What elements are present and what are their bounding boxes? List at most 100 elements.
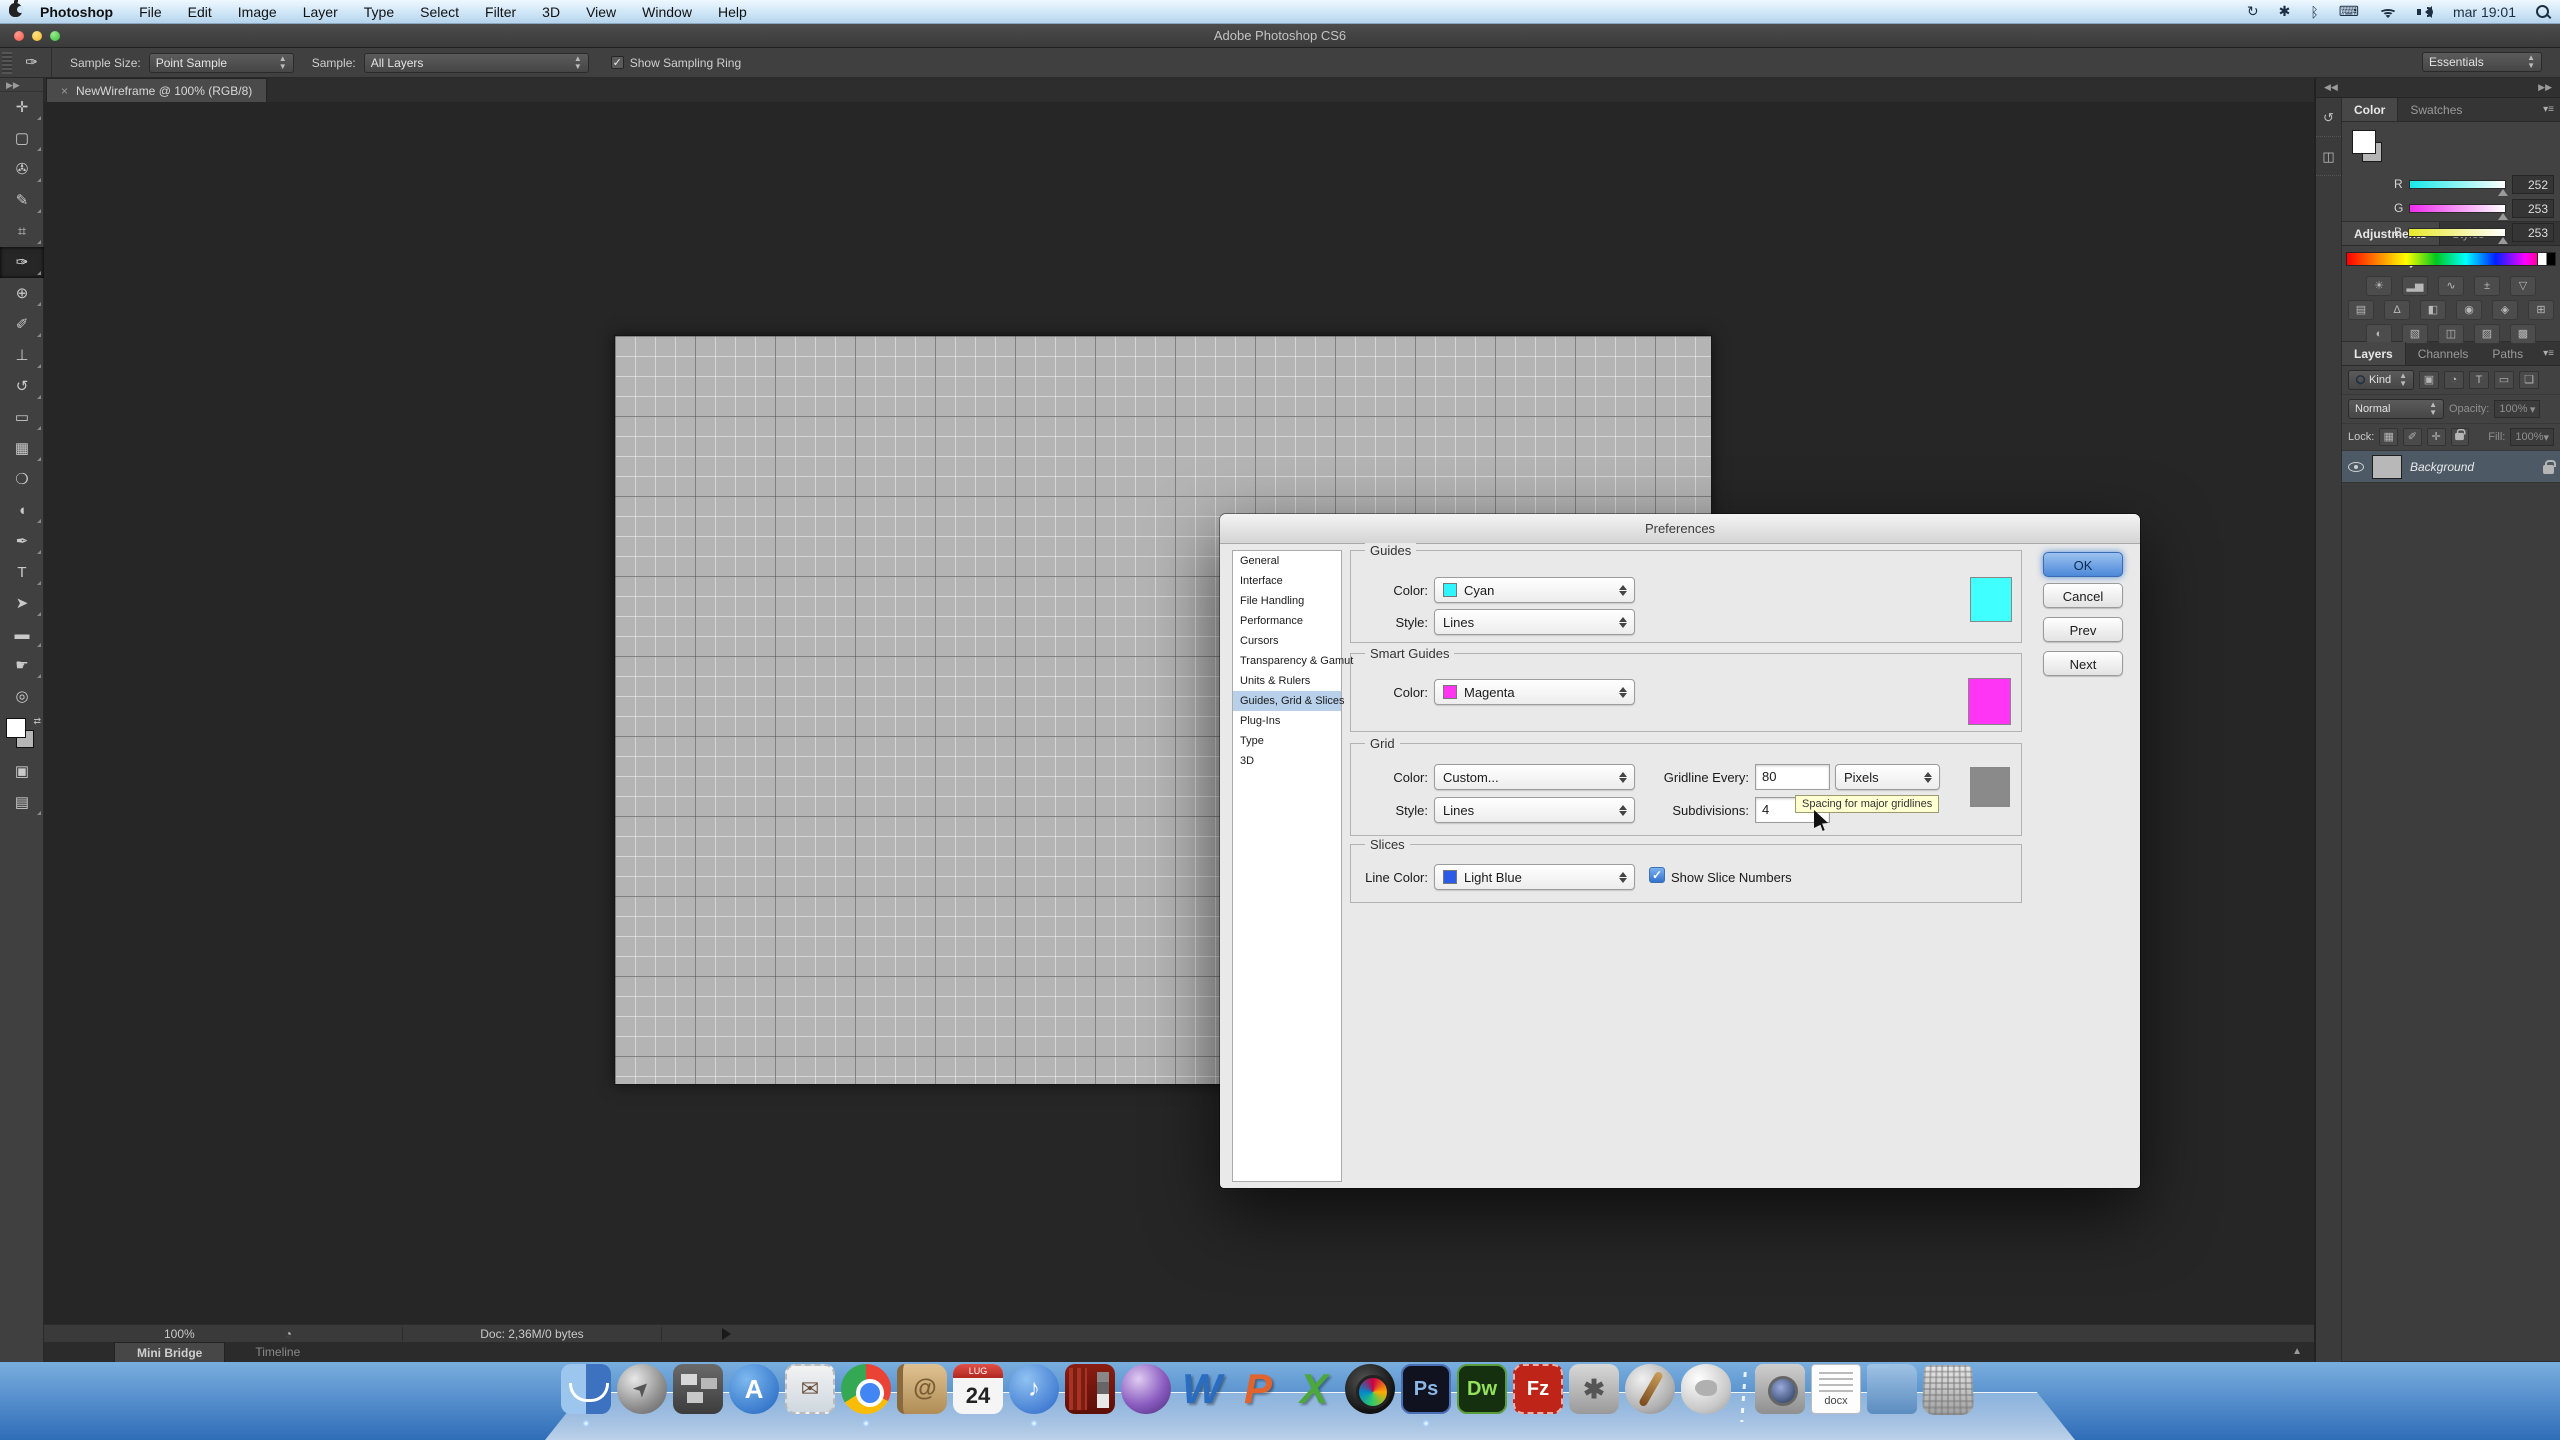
- toolbar-collapse[interactable]: ▶▶: [0, 78, 43, 92]
- menu-select[interactable]: Select: [407, 0, 472, 24]
- dock-aperture[interactable]: [1344, 1364, 1396, 1426]
- black-white-icon[interactable]: ◧: [2420, 300, 2446, 320]
- apple-menu[interactable]: [0, 3, 30, 21]
- filter-pixel-icon[interactable]: ▣: [2419, 371, 2439, 389]
- eraser-tool[interactable]: ▭: [0, 402, 44, 433]
- swap-colors-icon[interactable]: ⇄: [33, 716, 41, 727]
- menu-filter[interactable]: Filter: [472, 0, 529, 24]
- lock-position-icon[interactable]: ✛: [2427, 428, 2446, 446]
- category-performance[interactable]: Performance: [1233, 611, 1341, 631]
- vibrance-icon[interactable]: ▽: [2510, 276, 2536, 296]
- next-button[interactable]: Next: [2043, 651, 2123, 676]
- dock-image-capture[interactable]: [1754, 1364, 1806, 1426]
- move-tool[interactable]: ✛: [0, 92, 44, 123]
- properties-panel-icon[interactable]: ◫: [2316, 149, 2341, 176]
- slices-line-color-dropdown[interactable]: Light Blue: [1434, 864, 1635, 890]
- mini-bridge-icon[interactable]: ◔: [285, 1327, 292, 1341]
- category-guides-grid-slices[interactable]: Guides, Grid & Slices: [1233, 691, 1341, 711]
- channel-mixer-icon[interactable]: ◈: [2492, 300, 2518, 320]
- prev-button[interactable]: Prev: [2043, 617, 2123, 642]
- category-general[interactable]: General: [1233, 551, 1341, 571]
- gridline-every-field[interactable]: 80: [1755, 764, 1830, 790]
- menu-clock[interactable]: mar 19:01: [2453, 4, 2516, 20]
- dialog-title[interactable]: Preferences: [1220, 514, 2140, 544]
- hand-tool[interactable]: ☛: [0, 650, 44, 681]
- show-slice-numbers-checkbox[interactable]: ✓: [1649, 867, 1665, 883]
- category-transparency-gamut[interactable]: Transparency & Gamut: [1233, 651, 1341, 671]
- path-selection-tool[interactable]: ➤: [0, 588, 44, 619]
- close-window-button[interactable]: [14, 31, 24, 41]
- dock-launchpad[interactable]: [616, 1364, 668, 1426]
- collapse-panels-left-icon[interactable]: ◀◀: [2324, 82, 2338, 93]
- ok-button[interactable]: OK: [2043, 552, 2123, 577]
- tab-paths[interactable]: Paths: [2480, 342, 2535, 365]
- sample-dropdown[interactable]: All Layers ▲▼: [364, 53, 589, 73]
- show-sampling-ring-checkbox[interactable]: ✓: [611, 56, 624, 69]
- guides-style-dropdown[interactable]: Lines: [1434, 609, 1635, 635]
- dock-garageband[interactable]: [1624, 1364, 1676, 1426]
- red-value-field[interactable]: 252: [2512, 175, 2554, 194]
- panel-menu-icon[interactable]: ▾≡: [2543, 342, 2560, 365]
- guides-color-swatch[interactable]: [1970, 577, 2012, 622]
- dock-itunes[interactable]: ♪: [1008, 1364, 1060, 1426]
- smart-guides-color-dropdown[interactable]: Magenta: [1434, 679, 1635, 705]
- brightness-contrast-icon[interactable]: ☀: [2366, 276, 2392, 296]
- dock-postgres[interactable]: [1680, 1364, 1732, 1426]
- red-slider[interactable]: [2409, 180, 2506, 189]
- sync-icon[interactable]: ↻: [2247, 3, 2259, 20]
- filter-shape-icon[interactable]: ▭: [2494, 371, 2514, 389]
- gridline-unit-dropdown[interactable]: Pixels: [1835, 764, 1940, 790]
- curves-icon[interactable]: ∿: [2438, 276, 2464, 296]
- dock-contacts[interactable]: @: [896, 1364, 948, 1426]
- dock-calendar[interactable]: LUG24: [952, 1364, 1004, 1426]
- smart-guides-color-swatch[interactable]: [1968, 678, 2011, 725]
- menu-photoshop[interactable]: Photoshop: [30, 0, 126, 24]
- rectangular-marquee-tool[interactable]: ▢: [0, 123, 44, 154]
- color-balance-icon[interactable]: Δ: [2384, 300, 2410, 320]
- exposure-icon[interactable]: ±: [2474, 276, 2500, 296]
- lasso-tool[interactable]: ✇: [0, 154, 44, 185]
- dock-trash[interactable]: [1922, 1364, 1974, 1426]
- history-brush-tool[interactable]: ↺: [0, 371, 44, 402]
- menu-edit[interactable]: Edit: [175, 0, 225, 24]
- dock-excel[interactable]: X: [1288, 1364, 1340, 1426]
- category-cursors[interactable]: Cursors: [1233, 631, 1341, 651]
- grid-color-swatch[interactable]: [1970, 767, 2010, 807]
- gradient-tool[interactable]: ▦: [0, 433, 44, 464]
- lock-all-icon[interactable]: [2451, 428, 2470, 446]
- dock-filezilla[interactable]: Fz: [1512, 1364, 1564, 1426]
- category-3d[interactable]: 3D: [1233, 751, 1341, 771]
- zoom-tool[interactable]: ◎: [0, 681, 44, 712]
- volume-icon[interactable]: [2417, 6, 2433, 18]
- tab-color[interactable]: Color: [2342, 98, 2398, 121]
- category-plug-ins[interactable]: Plug-Ins: [1233, 711, 1341, 731]
- tab-swatches[interactable]: Swatches: [2398, 98, 2474, 121]
- collapse-panels-right-icon[interactable]: ▶▶: [2538, 82, 2552, 93]
- crop-tool[interactable]: ⌗: [0, 216, 44, 247]
- minimize-window-button[interactable]: [32, 31, 42, 41]
- dock-powerpoint[interactable]: P: [1232, 1364, 1284, 1426]
- guides-color-dropdown[interactable]: Cyan: [1434, 577, 1635, 603]
- dock-app-store[interactable]: A: [728, 1364, 780, 1426]
- menu-help[interactable]: Help: [705, 0, 760, 24]
- dock-downloads-folder[interactable]: [1866, 1364, 1918, 1426]
- selective-color-icon[interactable]: ▩: [2510, 324, 2536, 344]
- green-slider[interactable]: [2409, 204, 2506, 213]
- lock-transparency-icon[interactable]: ▦: [2379, 428, 2398, 446]
- fill-field[interactable]: 100%▾: [2510, 428, 2554, 446]
- color-spectrum-ramp[interactable]: [2346, 252, 2556, 266]
- dock-finder[interactable]: [560, 1364, 612, 1426]
- blue-slider[interactable]: [2408, 228, 2506, 237]
- brush-tool[interactable]: ✐: [0, 309, 44, 340]
- dock-mission-control[interactable]: [672, 1364, 724, 1426]
- invert-icon[interactable]: ◐: [2366, 324, 2392, 344]
- healing-brush-tool[interactable]: ⊕: [0, 278, 44, 309]
- bluetooth-icon[interactable]: ᛒ: [2310, 4, 2318, 20]
- layer-visibility-icon[interactable]: [2348, 462, 2364, 472]
- menu-view[interactable]: View: [573, 0, 629, 24]
- hue-saturation-icon[interactable]: ▤: [2348, 300, 2374, 320]
- tab-layers[interactable]: Layers: [2342, 342, 2406, 365]
- panel-menu-icon[interactable]: ▾≡: [2543, 98, 2560, 121]
- quick-selection-tool[interactable]: ✎: [0, 185, 44, 216]
- status-popup-arrow-icon[interactable]: [722, 1328, 737, 1340]
